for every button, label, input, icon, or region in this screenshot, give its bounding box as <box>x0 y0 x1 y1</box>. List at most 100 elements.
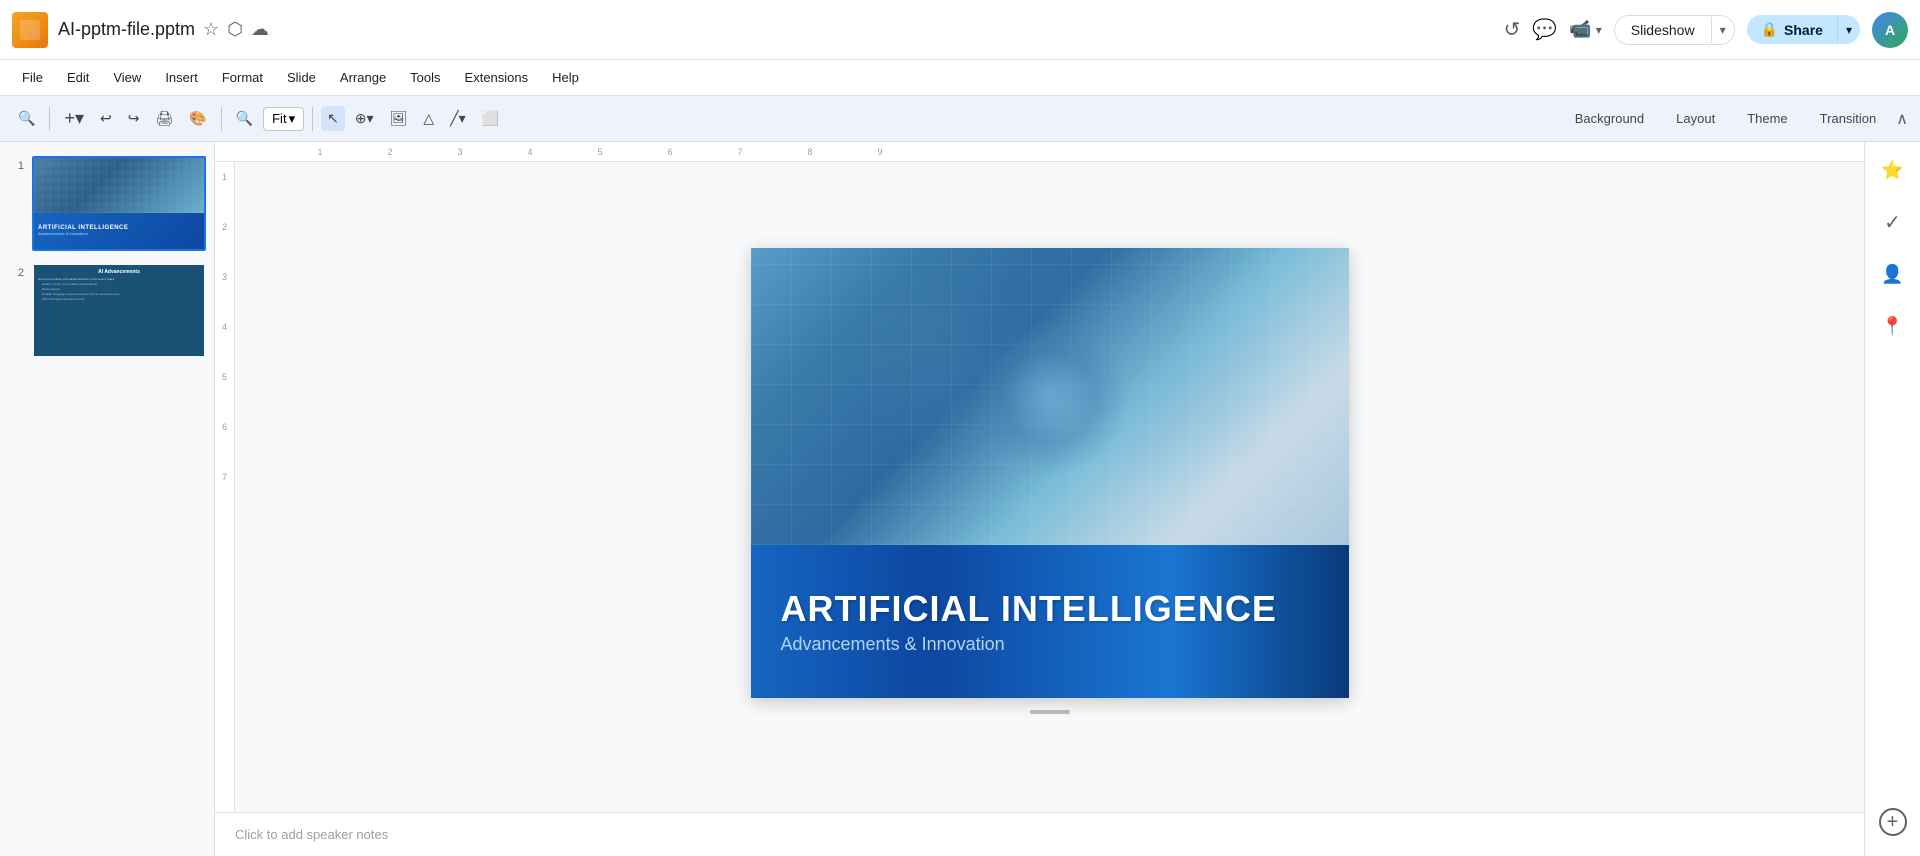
slide-dot <box>1030 710 1070 714</box>
thumb1-grid <box>34 158 204 213</box>
slide-dots-bar <box>1018 698 1082 726</box>
cloud-icon[interactable]: ☁ <box>251 19 269 40</box>
image-button[interactable]: 🖼 <box>384 106 414 131</box>
slide-item-1[interactable]: 1 ARTIFICIAL INTELLIGENCE Advancements &… <box>0 150 214 257</box>
ruler-left-7: 7 <box>222 472 227 522</box>
notes-bar[interactable]: Click to add speaker notes <box>215 812 1864 856</box>
ruler-mark-4: 4 <box>495 147 565 157</box>
meet-icon[interactable]: 📹 ▾ <box>1569 19 1601 40</box>
add-icon: + <box>1887 811 1899 834</box>
share-button[interactable]: 🔒 Share ▾ <box>1747 15 1860 44</box>
paint-format-button[interactable]: 🎨 <box>183 106 212 131</box>
ruler-mark-1: 1 <box>285 147 355 157</box>
toolbar-right: Background Layout Theme Transition ∧ <box>1563 106 1908 131</box>
keep-icon: ⭐ <box>1881 160 1903 181</box>
thumb2-line-1: Here is an outline of AI advancements in… <box>38 277 200 281</box>
thumb2-bullet-4: GPU shortages and cloud costs <box>38 297 200 301</box>
theme-button[interactable]: Theme <box>1735 106 1799 131</box>
thumb2-bullet-1: Reality check: more realistic expectatio… <box>38 282 200 286</box>
ruler-mark-9: 9 <box>845 147 915 157</box>
slideshow-dropdown-arrow[interactable]: ▾ <box>1711 17 1734 43</box>
accessibility-button[interactable]: ⬜ <box>476 106 505 131</box>
ruler-mark-6: 6 <box>635 147 705 157</box>
background-button[interactable]: Background <box>1563 106 1656 131</box>
app-logo[interactable] <box>12 12 48 48</box>
task-icon: ✓ <box>1884 210 1901 235</box>
menu-insert[interactable]: Insert <box>155 66 208 89</box>
menu-format[interactable]: Format <box>212 66 273 89</box>
slide-background <box>751 248 1349 545</box>
user-avatar[interactable]: A <box>1872 12 1908 48</box>
cursor-button[interactable]: ↖ <box>321 106 345 131</box>
thumb1-bar: ARTIFICIAL INTELLIGENCE Advancements & I… <box>34 213 204 249</box>
menu-extensions[interactable]: Extensions <box>455 66 539 89</box>
ruler-mark-8: 8 <box>775 147 845 157</box>
menu-tools[interactable]: Tools <box>400 66 450 89</box>
zoom-fit-button[interactable]: 🔍 <box>230 106 259 131</box>
thumb1-sub: Advancements & Innovation <box>38 231 200 236</box>
redo-button[interactable]: ↪ <box>122 106 146 131</box>
title-icons: ☆ ⬡ ☁ <box>203 19 269 40</box>
slide-text-bar: ARTIFICIAL INTELLIGENCE Advancements & I… <box>751 545 1349 698</box>
canvas-wrapper: ARTIFICIAL INTELLIGENCE Advancements & I… <box>701 218 1379 756</box>
task-icon-button[interactable]: ✓ <box>1875 204 1911 240</box>
slide-thumbnail-2[interactable]: AI Advancements Here is an outline of AI… <box>32 263 206 358</box>
thumb2-bullet-3: Smaller language models and open source … <box>38 292 200 296</box>
slide-thumb-inner-2: AI Advancements Here is an outline of AI… <box>34 265 204 356</box>
zoom-selector[interactable]: Fit ▾ <box>263 107 304 131</box>
slideshow-label: Slideshow <box>1615 16 1711 44</box>
slide-subtitle: Advancements & Innovation <box>781 634 1319 655</box>
ruler-left-6: 6 <box>222 422 227 472</box>
ruler-left: 1 2 3 4 5 6 7 <box>215 162 235 812</box>
add-section-button[interactable]: + <box>1879 808 1907 836</box>
map-icon: 📍 <box>1881 316 1903 337</box>
thumb1-bg <box>34 158 204 213</box>
slide-spiral <box>970 317 1130 477</box>
menu-edit[interactable]: Edit <box>57 66 99 89</box>
line-button[interactable]: ╱▾ <box>444 106 471 131</box>
slide-number-1: 1 <box>8 160 24 172</box>
notes-placeholder[interactable]: Click to add speaker notes <box>235 827 388 842</box>
title-right: ↺ 💬 📹 ▾ Slideshow ▾ 🔒 Share ▾ A <box>1504 12 1908 48</box>
slide-panel: 1 ARTIFICIAL INTELLIGENCE Advancements &… <box>0 142 215 856</box>
thumb2-bullet-2: Multimodal AI <box>38 287 200 291</box>
folder-icon[interactable]: ⬡ <box>227 19 243 40</box>
menu-view[interactable]: View <box>103 66 151 89</box>
ruler-left-2: 2 <box>222 222 227 272</box>
layout-button[interactable]: Layout <box>1664 106 1727 131</box>
ruler-mark-2: 2 <box>355 147 425 157</box>
collapse-button[interactable]: ∧ <box>1896 109 1908 129</box>
thumb2-title: AI Advancements <box>38 269 200 275</box>
undo-button[interactable]: ↩ <box>94 106 118 131</box>
star-icon[interactable]: ☆ <box>203 19 219 40</box>
person-icon-button[interactable]: 👤 <box>1875 256 1911 292</box>
move-button[interactable]: ⊕▾ <box>349 106 380 131</box>
slide-canvas[interactable]: ARTIFICIAL INTELLIGENCE Advancements & I… <box>751 248 1349 698</box>
toolbar-divider-3 <box>312 107 313 131</box>
slide-thumbnail-1[interactable]: ARTIFICIAL INTELLIGENCE Advancements & I… <box>32 156 206 251</box>
add-slide-button[interactable]: +▾ <box>58 104 90 133</box>
transition-button[interactable]: Transition <box>1808 106 1889 131</box>
map-icon-button[interactable]: 📍 <box>1875 308 1911 344</box>
thumb2-bg: AI Advancements Here is an outline of AI… <box>34 265 204 356</box>
keep-icon-button[interactable]: ⭐ <box>1875 152 1911 188</box>
search-button[interactable]: 🔍 <box>12 106 41 131</box>
ruler-mark-7: 7 <box>705 147 775 157</box>
slide-item-2[interactable]: 2 AI Advancements Here is an outline of … <box>0 257 214 364</box>
toolbar-divider-2 <box>221 107 222 131</box>
zoom-arrow: ▾ <box>289 111 296 127</box>
menu-help[interactable]: Help <box>542 66 589 89</box>
menu-file[interactable]: File <box>12 66 53 89</box>
comment-icon[interactable]: 💬 <box>1532 17 1557 42</box>
file-name: AI-pptm-file.pptm <box>58 19 195 40</box>
share-dropdown-arrow[interactable]: ▾ <box>1837 17 1860 43</box>
shape-button[interactable]: △ <box>417 106 440 131</box>
toolbar: 🔍 +▾ ↩ ↪ 🖨 🎨 🔍 Fit ▾ ↖ ⊕▾ 🖼 △ ╱▾ ⬜ Backg… <box>0 96 1920 142</box>
canvas-scroll: 1 2 3 4 5 6 7 <box>215 162 1864 812</box>
toolbar-divider-1 <box>49 107 50 131</box>
history-icon[interactable]: ↺ <box>1504 17 1521 42</box>
slideshow-button[interactable]: Slideshow ▾ <box>1614 15 1735 45</box>
menu-arrange[interactable]: Arrange <box>330 66 396 89</box>
menu-slide[interactable]: Slide <box>277 66 326 89</box>
print-button[interactable]: 🖨 <box>149 106 179 131</box>
